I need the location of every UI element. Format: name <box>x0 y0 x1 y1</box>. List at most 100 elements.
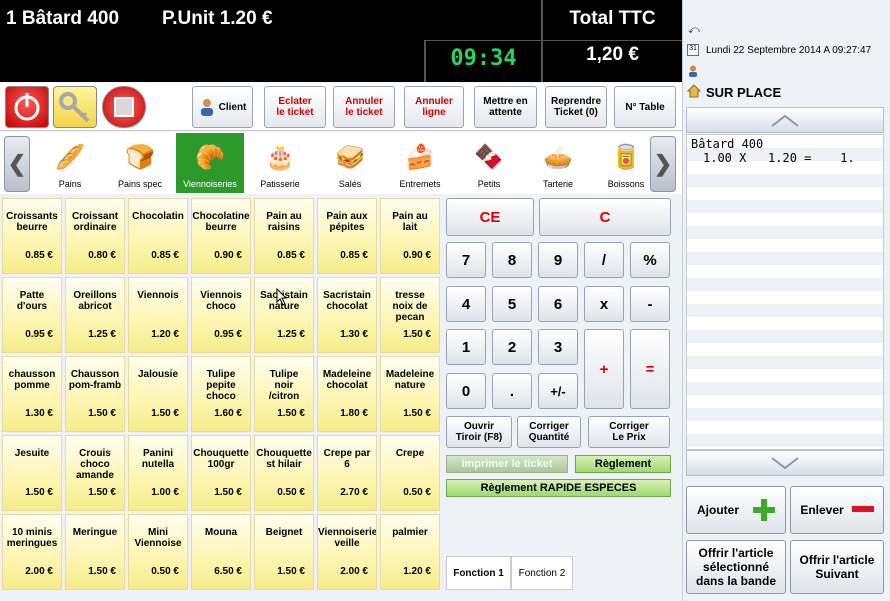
product-price: 1.60 € <box>214 408 242 419</box>
category-tab[interactable]: 🥧 Tarterie <box>524 133 592 193</box>
product-button[interactable]: Croissants beurre 0.85 € <box>2 198 62 274</box>
offer-selected-button[interactable]: Offrir l'article sélectionné dans la ban… <box>686 540 786 594</box>
cancel-line-button[interactable]: Annuler ligne <box>404 86 464 128</box>
cancel-ticket-button[interactable]: Annuler le ticket <box>333 86 395 128</box>
product-name: Beignet <box>265 527 303 538</box>
key-5[interactable]: 5 <box>492 286 532 322</box>
product-button[interactable]: Pain aux pépites 0.85 € <box>317 198 377 274</box>
add-button[interactable]: Ajouter <box>686 486 786 534</box>
key-9[interactable]: 9 <box>538 242 578 278</box>
category-label: Viennoiseries <box>183 179 237 189</box>
product-button[interactable]: Croissant ordinaire 0.80 € <box>65 198 125 274</box>
product-price: 0.85 € <box>340 250 368 261</box>
product-button[interactable]: Chouquette st hilair 0.50 € <box>254 435 314 511</box>
fix-price-button[interactable]: Corriger Le Prix <box>588 416 670 448</box>
key-multiply[interactable]: x <box>584 286 624 322</box>
product-button[interactable]: Sacristain chocolat 1.30 € <box>317 277 377 353</box>
product-button[interactable]: 10 minis meringues 2.00 € <box>2 514 62 590</box>
product-name: Crouis choco amande <box>76 448 114 481</box>
product-price: 0.95 € <box>25 329 53 340</box>
key-4[interactable]: 4 <box>446 286 486 322</box>
key-8[interactable]: 8 <box>492 242 532 278</box>
category-tab[interactable]: 🎂 Patisserie <box>246 133 314 193</box>
product-button[interactable]: Oreillons abricot 1.25 € <box>65 277 125 353</box>
product-button[interactable]: Chouquette 100gr 1.50 € <box>191 435 251 511</box>
category-tab[interactable]: 🍰 Entremets <box>386 133 454 193</box>
product-button[interactable]: Pain au raisins 0.85 € <box>254 198 314 274</box>
product-button[interactable]: Mini Viennoise 0.50 € <box>128 514 188 590</box>
product-price: 1.50 € <box>88 487 116 498</box>
key-percent[interactable]: % <box>630 242 670 278</box>
product-button[interactable]: Madeleine nature 1.50 € <box>380 356 440 432</box>
resume-ticket-button[interactable]: Reprendre Ticket (0) <box>545 86 607 128</box>
product-button[interactable]: Crepe par 6 2.70 € <box>317 435 377 511</box>
offer-next-button[interactable]: Offrir l'article Suivant <box>790 540 884 594</box>
ticket-scroll-up-button[interactable] <box>686 107 884 133</box>
ticket-line[interactable]: Bâtard 400 1.00 X 1.20 = 1. <box>687 135 883 167</box>
key-6[interactable]: 6 <box>538 286 578 322</box>
function-1-tab[interactable]: Fonction 1 <box>446 556 511 590</box>
product-button[interactable]: Mouna 6.50 € <box>191 514 251 590</box>
client-button[interactable]: Client <box>192 86 253 128</box>
ticket-list[interactable]: Bâtard 400 1.00 X 1.20 = 1. <box>686 134 884 450</box>
product-button[interactable]: Jesuite 1.50 € <box>2 435 62 511</box>
product-button[interactable]: Viennois choco 0.95 € <box>191 277 251 353</box>
product-price: 0.85 € <box>151 250 179 261</box>
product-button[interactable]: Chausson pom-framb 1.50 € <box>65 356 125 432</box>
stop-button[interactable] <box>102 86 146 128</box>
category-tab[interactable]: 🍞 Pains spec <box>106 133 174 193</box>
split-ticket-button[interactable]: Eclater le ticket <box>264 86 326 128</box>
fix-quantity-button[interactable]: Corriger Quantité <box>517 416 581 448</box>
product-button[interactable]: Meringue 1.50 € <box>65 514 125 590</box>
product-button[interactable]: Tulipe noir /citron 1.50 € <box>254 356 314 432</box>
key-divide[interactable]: / <box>584 242 624 278</box>
category-prev-button[interactable]: ❮ <box>4 136 30 192</box>
category-tab[interactable]: 🥫 Boissons <box>592 133 660 193</box>
quick-cash-payment-button[interactable]: Règlement RAPIDE ESPECES <box>446 479 671 497</box>
ticket-scroll-down-button[interactable] <box>686 450 884 476</box>
category-tab[interactable]: 🍫 Petits <box>455 133 523 193</box>
payment-button[interactable]: Règlement <box>575 455 671 473</box>
product-button[interactable]: Crouis choco amande 1.50 € <box>65 435 125 511</box>
remove-button[interactable]: Enlever <box>790 486 884 534</box>
product-button[interactable]: Tulipe pepite choco 1.60 € <box>191 356 251 432</box>
key-plus[interactable]: + <box>584 329 624 409</box>
key-equals[interactable]: = <box>630 329 670 409</box>
product-button[interactable]: Beignet 1.50 € <box>254 514 314 590</box>
product-button[interactable]: Viennois 1.20 € <box>128 277 188 353</box>
key-1[interactable]: 1 <box>446 329 486 365</box>
product-price: 1.50 € <box>25 487 53 498</box>
clear-button[interactable]: C <box>539 198 671 236</box>
product-button[interactable]: Jalousie 1.50 € <box>128 356 188 432</box>
key-0[interactable]: 0 <box>446 373 486 409</box>
clear-entry-button[interactable]: CE <box>446 198 534 236</box>
keys-button[interactable] <box>53 86 97 128</box>
key-minus[interactable]: - <box>630 286 670 322</box>
table-number-button[interactable]: N° Table <box>614 86 676 128</box>
power-button[interactable] <box>5 86 49 128</box>
product-button[interactable]: Patte d'ours 0.95 € <box>2 277 62 353</box>
product-button[interactable]: Crepe 0.50 € <box>380 435 440 511</box>
category-tab[interactable]: 🥐 Viennoiseries <box>176 133 244 193</box>
category-tab[interactable]: 🥖 Pains <box>36 133 104 193</box>
product-button[interactable]: Madeleine chocolat 1.80 € <box>317 356 377 432</box>
product-button[interactable]: tresse noix de pecan 1.50 € <box>380 277 440 353</box>
function-2-tab[interactable]: Fonction 2 <box>511 556 573 590</box>
print-ticket-button[interactable]: Imprimer le ticket <box>446 455 568 473</box>
product-button[interactable]: Viennoiserie veille 2.00 € <box>317 514 377 590</box>
product-button[interactable]: Chocolatin 0.85 € <box>128 198 188 274</box>
key-decimal[interactable]: . <box>492 373 532 409</box>
open-drawer-button[interactable]: Ouvrir Tiroir (F8) <box>446 416 512 448</box>
product-button[interactable]: Chocolatine beurre 0.90 € <box>191 198 251 274</box>
key-3[interactable]: 3 <box>538 329 578 365</box>
category-tab[interactable]: 🥪 Salés <box>316 133 384 193</box>
product-button[interactable]: chausson pomme 1.30 € <box>2 356 62 432</box>
product-name: Viennois <box>137 290 179 301</box>
key-7[interactable]: 7 <box>446 242 486 278</box>
product-button[interactable]: Pain au lait 0.90 € <box>380 198 440 274</box>
key-sign[interactable]: +/- <box>538 373 578 409</box>
hold-button[interactable]: Mettre en attente <box>474 86 537 128</box>
key-2[interactable]: 2 <box>492 329 532 365</box>
product-button[interactable]: palmier 1.20 € <box>380 514 440 590</box>
product-button[interactable]: Panini nutella 1.00 € <box>128 435 188 511</box>
